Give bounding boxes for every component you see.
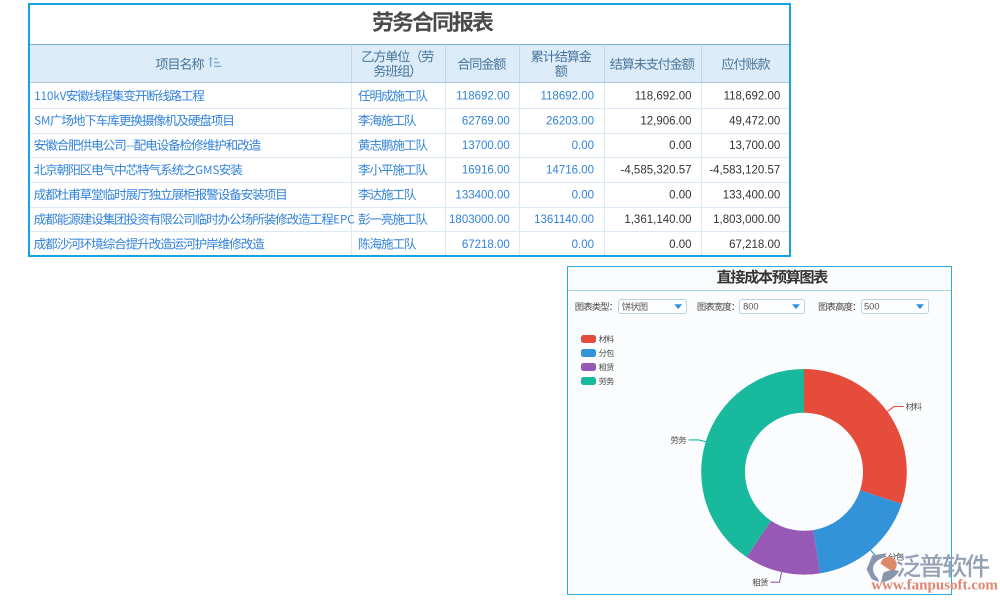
svg-text:500: 500 [864,302,880,312]
svg-text:118,692.00: 118,692.00 [724,91,781,103]
svg-text:62769.00: 62769.00 [462,115,510,127]
svg-text:12,906.00: 12,906.00 [640,115,691,127]
svg-text:13700.00: 13700.00 [462,140,510,152]
svg-text:0.00: 0.00 [669,140,691,152]
svg-text:0.00: 0.00 [669,239,691,251]
svg-text:1361140.00: 1361140.00 [534,214,594,226]
svg-text:118692.00: 118692.00 [456,91,510,103]
svg-text:0.00: 0.00 [669,189,691,201]
svg-text:0.00: 0.00 [572,140,594,152]
svg-text:1,361,140.00: 1,361,140.00 [624,214,691,226]
svg-text:1803000.00: 1803000.00 [449,214,510,226]
svg-text:118,692.00: 118,692.00 [635,91,692,103]
svg-text:26203.00: 26203.00 [546,115,594,127]
svg-text:13,700.00: 13,700.00 [729,140,780,152]
svg-text:67218.00: 67218.00 [462,239,510,251]
svg-text:www.fanpusoft.com: www.fanpusoft.com [871,577,998,593]
svg-text:1,803,000.00: 1,803,000.00 [713,214,780,226]
svg-text:14716.00: 14716.00 [546,165,594,177]
svg-text:49,472.00: 49,472.00 [729,115,780,127]
svg-text:133400.00: 133400.00 [455,189,509,201]
svg-text:0.00: 0.00 [572,189,594,201]
svg-text:800: 800 [743,302,759,312]
svg-text:-4,585,320.57: -4,585,320.57 [621,165,692,177]
svg-text:-4,583,120.57: -4,583,120.57 [709,165,780,177]
svg-text:0.00: 0.00 [572,239,594,251]
svg-text:67,218.00: 67,218.00 [729,239,780,251]
svg-text:16916.00: 16916.00 [462,165,510,177]
svg-text:133,400.00: 133,400.00 [723,189,781,201]
svg-text:118692.00: 118692.00 [540,91,594,103]
